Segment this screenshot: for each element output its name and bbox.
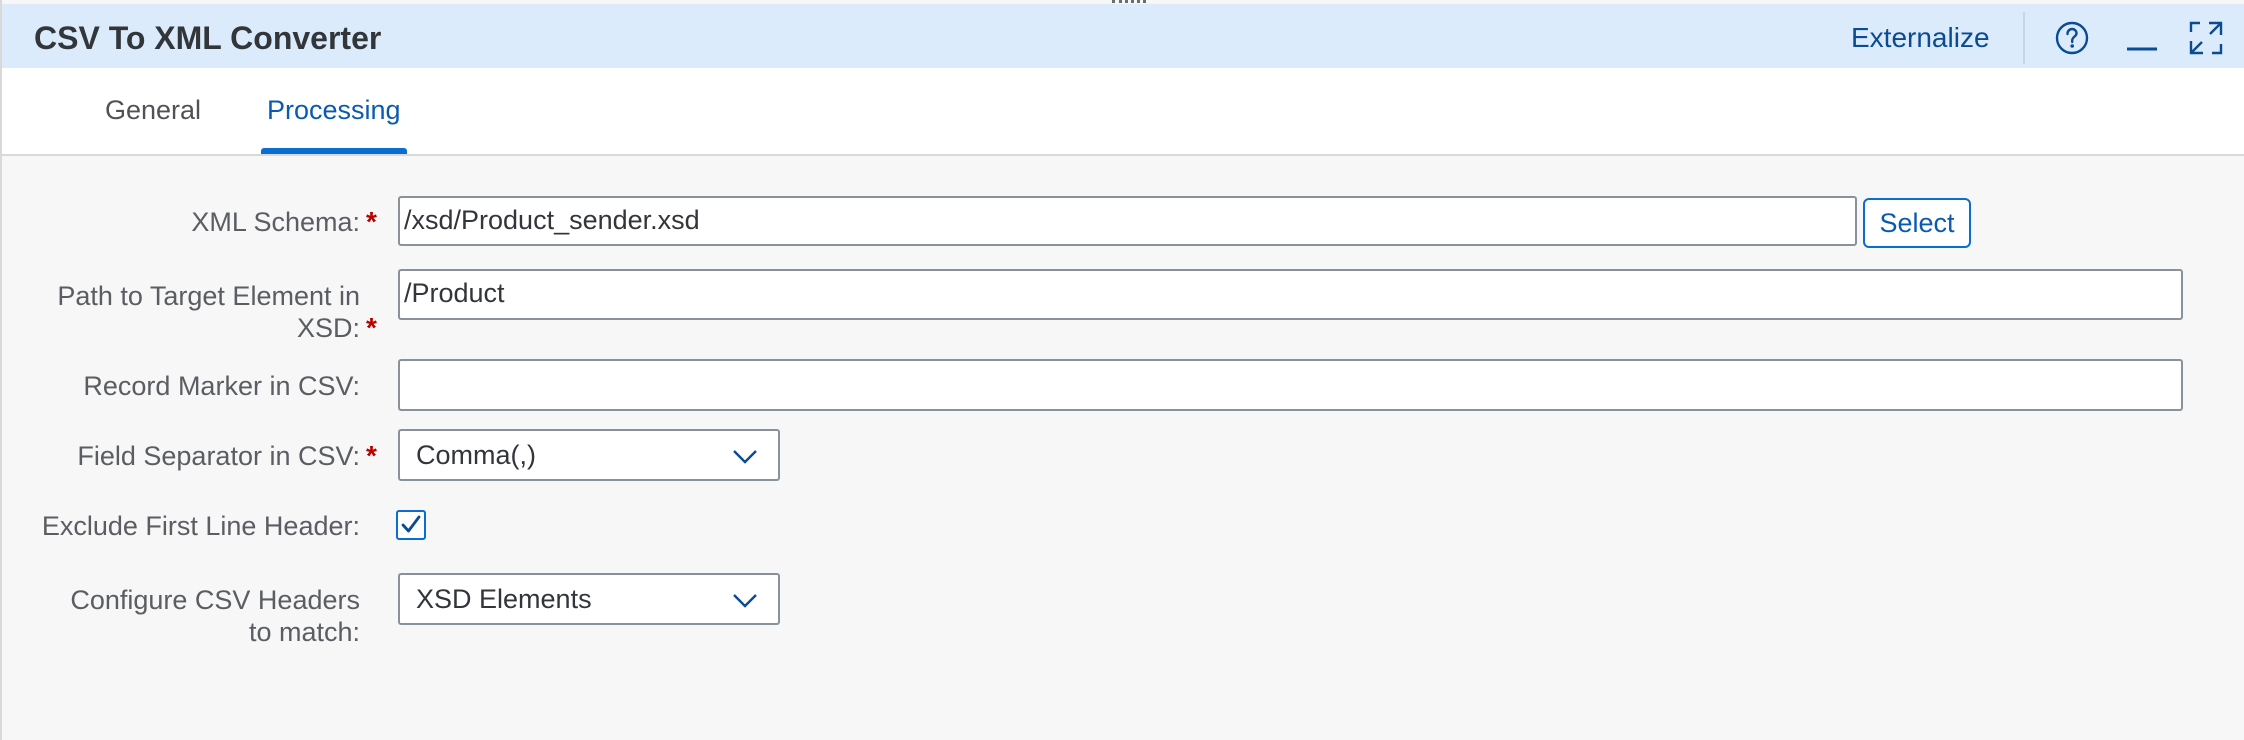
minimize-icon xyxy=(2127,47,2157,51)
required-marker: * xyxy=(366,312,377,343)
panel-header: CSV To XML Converter Externalize xyxy=(2,4,2244,68)
minimize-button[interactable] xyxy=(2120,16,2164,60)
exclude-header-label: Exclude First Line Header: xyxy=(41,511,360,541)
path-to-target-label-line1: Path to Target Element in xyxy=(57,281,360,311)
required-marker: * xyxy=(366,206,377,237)
configure-headers-select[interactable]: XSD Elements xyxy=(398,573,780,625)
chevron-down-icon xyxy=(733,450,757,464)
tab-bar: General Processing xyxy=(2,68,2244,156)
record-marker-label: Record Marker in CSV: xyxy=(83,371,360,401)
field-separator-label: Field Separator in CSV: xyxy=(77,441,360,471)
externalize-link[interactable]: Externalize xyxy=(1851,20,1990,56)
tab-selected-indicator xyxy=(261,148,407,154)
path-to-target-label-line2: XSD: xyxy=(296,313,360,343)
select-schema-button[interactable]: Select xyxy=(1863,198,1971,248)
field-separator-select[interactable]: Comma(,) xyxy=(398,429,780,481)
tab-general[interactable]: General xyxy=(105,94,201,126)
maximize-button[interactable] xyxy=(2184,16,2228,60)
configure-headers-value: XSD Elements xyxy=(416,584,592,614)
xml-schema-label: XML Schema: xyxy=(191,207,360,237)
configure-headers-label-line1: Configure CSV Headers xyxy=(70,585,360,615)
maximize-icon xyxy=(2189,21,2223,55)
page-title: CSV To XML Converter xyxy=(34,20,382,56)
configure-headers-label-line2: to match: xyxy=(248,617,360,647)
help-icon xyxy=(2055,21,2089,55)
field-separator-value: Comma(,) xyxy=(416,440,536,470)
required-marker: * xyxy=(366,440,377,471)
checkmark-icon xyxy=(401,515,421,533)
xml-schema-input[interactable]: /xsd/Product_sender.xsd xyxy=(398,196,1857,246)
csv-to-xml-converter-panel: CSV To XML Converter Externalize General… xyxy=(0,0,2244,740)
exclude-header-checkbox[interactable] xyxy=(396,510,426,540)
path-to-target-input[interactable]: /Product xyxy=(398,269,2183,320)
header-divider xyxy=(2023,12,2025,64)
chevron-down-icon xyxy=(733,594,757,608)
tab-processing[interactable]: Processing xyxy=(267,94,401,126)
record-marker-input[interactable] xyxy=(398,359,2183,411)
help-button[interactable] xyxy=(2050,16,2094,60)
